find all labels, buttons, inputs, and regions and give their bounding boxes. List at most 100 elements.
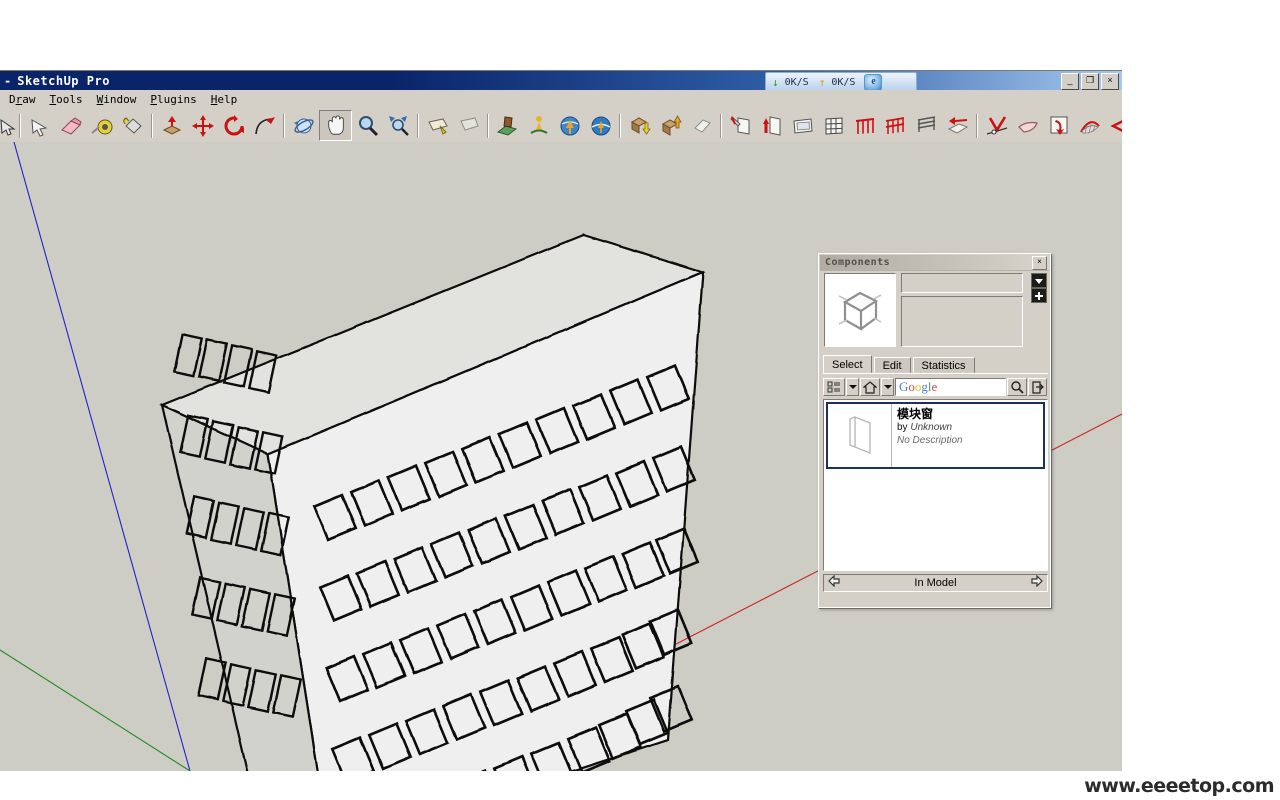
menu-item-plugins[interactable]: Plugins: [145, 92, 205, 107]
screen-root: - SketchUp Pro ↓ 0K/S ↑ 0K/S e _ ❐ × Dra…: [0, 0, 1280, 800]
component-result-name: 模块窗: [897, 407, 934, 421]
tool-add-location[interactable]: [554, 111, 585, 140]
toolbar-separator: [619, 113, 621, 138]
tab-edit[interactable]: Edit: [873, 357, 911, 373]
components-footer-label: In Model: [914, 577, 957, 589]
components-search-row: Google: [823, 377, 1048, 397]
tool-window-draw[interactable]: [725, 111, 756, 140]
component-result-thumbnail: [828, 404, 892, 467]
blue-axis: [13, 142, 191, 771]
tab-statistics[interactable]: Statistics: [912, 357, 975, 373]
plus-box-icon[interactable]: [1031, 288, 1047, 303]
tab-select[interactable]: Select: [823, 355, 872, 373]
site-watermark: www.eeeetop.com: [1080, 774, 1278, 798]
toolbar-separator: [487, 113, 489, 138]
restore-button[interactable]: ❐: [1081, 73, 1099, 90]
toolbar-separator: [720, 113, 722, 138]
download-arrow-icon: ↓: [772, 75, 779, 89]
chevron-down-icon[interactable]: [1031, 273, 1047, 288]
tool-position-camera[interactable]: [523, 111, 554, 140]
list-view-icon[interactable]: [823, 378, 845, 396]
tool-tape-measure[interactable]: [86, 111, 117, 140]
upload-speed-value: 0K/S: [831, 76, 856, 88]
tool-push-pull[interactable]: [156, 111, 187, 140]
upload-arrow-icon: ↑: [818, 75, 826, 89]
arrow-right-icon[interactable]: [1031, 574, 1043, 592]
component-result-meta: 模块窗 by Unknown No Description: [892, 404, 1043, 467]
magnifier-icon[interactable]: [1007, 378, 1027, 396]
tool-fence[interactable]: [880, 111, 911, 140]
network-speed-widget[interactable]: ↓ 0K/S ↑ 0K/S e: [765, 72, 917, 92]
tool-check-line[interactable]: [981, 111, 1012, 140]
tool-paint-bucket[interactable]: [117, 111, 148, 140]
tool-rotate[interactable]: [218, 111, 249, 140]
tool-pan[interactable]: [319, 110, 352, 141]
component-result-description: No Description: [897, 435, 963, 446]
tool-door-insert[interactable]: [756, 111, 787, 140]
menu-item-draw[interactable]: Draw: [4, 92, 45, 107]
tool-angle[interactable]: [1105, 111, 1122, 140]
tool-slab-arrow[interactable]: [942, 111, 973, 140]
open-browser-icon[interactable]: [1028, 378, 1047, 396]
tool-railing[interactable]: [849, 111, 880, 140]
tool-zoom[interactable]: [352, 111, 383, 140]
menubar: Draw Tools Window Plugins Help: [0, 90, 1122, 109]
tool-select[interactable]: [24, 111, 55, 140]
home-dropdown-arrow-icon[interactable]: [881, 378, 894, 396]
components-panel-titlebar[interactable]: Components ×: [820, 255, 1049, 271]
component-name-field[interactable]: [901, 273, 1023, 293]
minimize-button[interactable]: _: [1061, 73, 1079, 90]
tool-orbit[interactable]: [288, 111, 319, 140]
tool-select-partial[interactable]: [0, 111, 16, 140]
arrow-left-icon[interactable]: [828, 574, 840, 592]
tool-share-component[interactable]: [686, 111, 717, 140]
component-description-field[interactable]: [901, 296, 1023, 347]
search-input[interactable]: Google: [895, 378, 1006, 396]
tool-photo-match[interactable]: [492, 111, 523, 140]
tool-move[interactable]: [187, 111, 218, 140]
main-toolbar: [0, 109, 1122, 143]
toolbar-separator: [976, 113, 978, 138]
toolbar-separator: [19, 113, 21, 138]
wireframe-box-icon: [838, 291, 882, 331]
tool-glass-panel[interactable]: [787, 111, 818, 140]
components-panel-close-button[interactable]: ×: [1032, 256, 1047, 270]
tool-stairs[interactable]: [911, 111, 942, 140]
tool-grid-window[interactable]: [818, 111, 849, 140]
close-button[interactable]: ×: [1101, 73, 1119, 90]
window-controls: _ ❐ ×: [1061, 73, 1119, 90]
component-result-author: by Unknown: [897, 421, 1043, 434]
building-model: [159, 233, 707, 771]
author-name: Unknown: [910, 422, 953, 433]
toolbar-separator: [283, 113, 285, 138]
components-tabs: Select Edit Statistics: [823, 355, 1048, 374]
menu-item-window[interactable]: Window: [92, 92, 146, 107]
tool-dome-mesh[interactable]: [1074, 111, 1105, 140]
tool-get-models[interactable]: [624, 111, 655, 140]
menu-item-tools[interactable]: Tools: [45, 92, 92, 107]
tool-section-plane[interactable]: [422, 111, 453, 140]
view-dropdown-arrow-icon[interactable]: [846, 378, 859, 396]
components-panel: Components × Select Edit Statistics Goog…: [818, 253, 1051, 608]
menu-item-help[interactable]: Help: [206, 92, 247, 107]
components-panel-title: Components: [825, 257, 891, 268]
browser-icon[interactable]: e: [864, 73, 883, 91]
components-results-list[interactable]: 模块窗 by Unknown No Description: [823, 399, 1048, 571]
desktop-background-top: [0, 0, 1280, 70]
tool-extrude-curve[interactable]: [1043, 111, 1074, 140]
tool-face-plane[interactable]: [1012, 111, 1043, 140]
tool-section-display[interactable]: [453, 111, 484, 140]
google-placeholder: Google: [899, 379, 938, 394]
author-prefix: by: [897, 422, 908, 433]
tool-follow-me[interactable]: [249, 111, 280, 140]
home-icon[interactable]: [860, 378, 880, 396]
tool-zoom-extents[interactable]: [383, 111, 414, 140]
sketchup-application-window: - SketchUp Pro ↓ 0K/S ↑ 0K/S e _ ❐ × Dra…: [0, 70, 1122, 771]
tool-eraser[interactable]: [55, 111, 86, 140]
components-footer-nav: In Model: [823, 574, 1048, 592]
component-preview-thumbnail: [824, 273, 896, 347]
list-item[interactable]: 模块窗 by Unknown No Description: [826, 402, 1045, 469]
module-window-icon: [848, 415, 871, 454]
tool-toggle-terrain[interactable]: [585, 111, 616, 140]
tool-share-model[interactable]: [655, 111, 686, 140]
